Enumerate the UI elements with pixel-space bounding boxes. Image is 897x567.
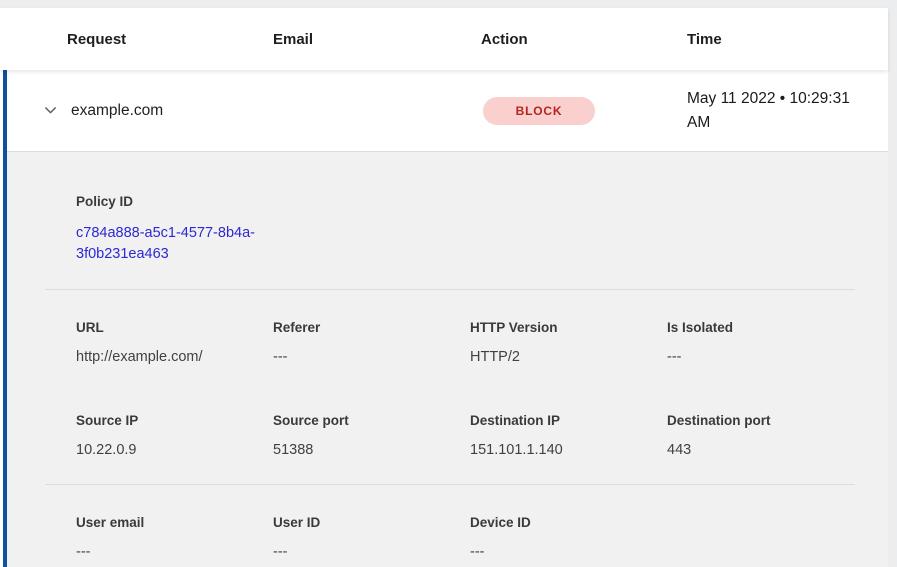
detail-field-url: URL http://example.com/: [76, 318, 273, 367]
detail-field-http-version: HTTP Version HTTP/2: [470, 318, 667, 367]
row-time-cell: May 11 2022 • 10:29:31 AM: [687, 87, 888, 135]
detail-field-empty: [667, 513, 864, 562]
detail-field-user-email: User email ---: [76, 513, 273, 562]
detail-value: 10.22.0.9: [76, 441, 273, 460]
detail-field-source-port: Source port 51388: [273, 411, 470, 460]
detail-value: 51388: [273, 441, 470, 460]
detail-value: ---: [76, 543, 273, 562]
detail-label: Destination port: [667, 411, 864, 430]
detail-label: HTTP Version: [470, 318, 667, 337]
detail-field-source-ip: Source IP 10.22.0.9: [76, 411, 273, 460]
detail-value: ---: [273, 348, 470, 367]
request-domain: example.com: [71, 102, 163, 120]
detail-label: User email: [76, 513, 273, 532]
log-table-card: Request Email Action Time example.com BL…: [0, 8, 888, 567]
detail-field-is-isolated: Is Isolated ---: [667, 318, 864, 367]
section-divider: [45, 289, 855, 290]
column-header-action: Action: [481, 31, 687, 48]
chevron-down-icon[interactable]: [42, 102, 59, 119]
detail-value: 443: [667, 441, 864, 460]
column-header-time: Time: [687, 31, 888, 48]
details-row-http: URL http://example.com/ Referer --- HTTP…: [7, 318, 888, 367]
detail-label: Device ID: [470, 513, 667, 532]
detail-label: User ID: [273, 513, 470, 532]
policy-id-section: Policy ID c784a888-a5c1-4577-8b4a-3f0b23…: [7, 192, 888, 265]
detail-label: Source port: [273, 411, 470, 430]
details-row-user: User email --- User ID --- Device ID ---: [7, 513, 888, 562]
policy-id-label: Policy ID: [76, 192, 888, 211]
detail-value: http://example.com/: [76, 348, 273, 367]
table-header-row: Request Email Action Time: [0, 8, 888, 70]
detail-field-referer: Referer ---: [273, 318, 470, 367]
section-divider: [45, 484, 855, 485]
table-row[interactable]: example.com BLOCK May 11 2022 • 10:29:31…: [7, 70, 888, 151]
block-status-badge: BLOCK: [483, 97, 595, 125]
detail-field-device-id: Device ID ---: [470, 513, 667, 562]
detail-value: ---: [667, 348, 864, 367]
detail-label: Destination IP: [470, 411, 667, 430]
column-header-email: Email: [273, 31, 481, 48]
detail-value: ---: [470, 543, 667, 562]
detail-value: ---: [273, 543, 470, 562]
detail-field-user-id: User ID ---: [273, 513, 470, 562]
detail-value: HTTP/2: [470, 348, 667, 367]
request-cell: example.com: [42, 102, 273, 120]
detail-label: Referer: [273, 318, 470, 337]
policy-id-link[interactable]: c784a888-a5c1-4577-8b4a-3f0b231ea463: [76, 223, 273, 265]
row-action-cell: BLOCK: [481, 97, 687, 125]
column-header-request: Request: [67, 31, 273, 48]
detail-label: URL: [76, 318, 273, 337]
detail-label: Source IP: [76, 411, 273, 430]
detail-value: 151.101.1.140: [470, 441, 667, 460]
detail-field-destination-ip: Destination IP 151.101.1.140: [470, 411, 667, 460]
details-row-network: Source IP 10.22.0.9 Source port 51388 De…: [7, 411, 888, 460]
expanded-row-group: example.com BLOCK May 11 2022 • 10:29:31…: [3, 70, 888, 567]
detail-field-destination-port: Destination port 443: [667, 411, 864, 460]
detail-label: Is Isolated: [667, 318, 864, 337]
request-details-panel: Policy ID c784a888-a5c1-4577-8b4a-3f0b23…: [7, 151, 888, 567]
